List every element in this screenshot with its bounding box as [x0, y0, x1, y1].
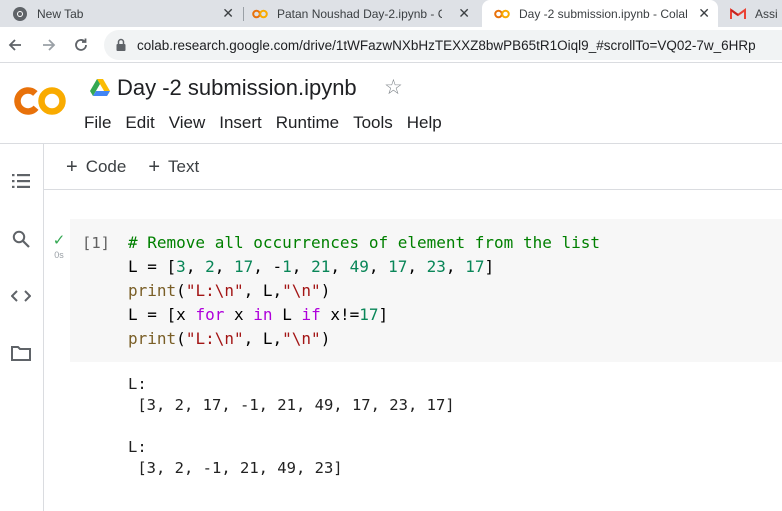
menu-file[interactable]: File: [84, 113, 111, 133]
chrome-icon: [12, 6, 28, 22]
execution-time: 0s: [54, 250, 64, 260]
menu-bar: File Edit View Insert Runtime Tools Help: [84, 113, 456, 133]
colab-favicon-icon: [252, 6, 268, 22]
reload-icon[interactable]: [70, 34, 92, 56]
colab-logo[interactable]: [14, 84, 66, 118]
code-line: L = [x for x in L if x!=17]: [128, 305, 389, 324]
colab-header: Day -2 submission.ipynb ☆ File Edit View…: [0, 64, 782, 144]
menu-tools[interactable]: Tools: [353, 113, 393, 133]
url-text: colab.research.google.com/drive/1tWFazwN…: [137, 37, 756, 53]
close-tab-icon[interactable]: ✕: [458, 6, 470, 20]
star-icon[interactable]: ☆: [384, 76, 403, 100]
add-text-label: Text: [168, 156, 200, 176]
forward-icon[interactable]: [38, 34, 60, 56]
add-code-cell-button[interactable]: + Code: [66, 157, 126, 177]
output-line: L:: [128, 375, 147, 393]
output-line: [3, 2, -1, 21, 49, 23]: [128, 459, 343, 477]
code-line: print("L:\n", L,"\n"): [128, 329, 331, 348]
output-line: [3, 2, 17, -1, 21, 49, 17, 23, 17]: [128, 396, 455, 414]
back-icon[interactable]: [4, 34, 26, 56]
menu-help[interactable]: Help: [407, 113, 442, 133]
code-snippets-icon[interactable]: [10, 285, 32, 307]
browser-tab-strip: New Tab ✕ Patan Noushad Day-2.ipynb - Co…: [0, 0, 782, 27]
cell-output: L: [3, 2, 17, -1, 21, 49, 17, 23, 17] L:…: [128, 374, 455, 479]
tab-title: New Tab: [37, 6, 84, 21]
tab-title: Day -2 submission.ipynb - Colab: [519, 6, 687, 21]
notebook-title[interactable]: Day -2 submission.ipynb: [117, 75, 357, 101]
tab-patan-noushad[interactable]: Patan Noushad Day-2.ipynb - Co ✕: [252, 0, 478, 27]
tab-day2-submission[interactable]: Day -2 submission.ipynb - Colab ✕: [482, 0, 718, 27]
table-of-contents-icon[interactable]: [10, 170, 32, 192]
tab-title: Assi: [755, 6, 778, 21]
code-editor[interactable]: # Remove all occurrences of element from…: [128, 231, 600, 351]
tab-new-tab[interactable]: New Tab ✕: [12, 0, 242, 27]
cell-run-status[interactable]: ✓ 0s: [49, 233, 69, 260]
gmail-icon: [730, 6, 746, 22]
tab-gmail[interactable]: Assi: [730, 0, 782, 27]
tab-separator: [243, 7, 244, 21]
notebook-toolbar: + Code + Text: [44, 144, 782, 190]
plus-icon: +: [148, 155, 161, 178]
menu-view[interactable]: View: [169, 113, 206, 133]
code-line: # Remove all occurrences of element from…: [128, 233, 601, 252]
search-icon[interactable]: [10, 228, 32, 250]
add-text-cell-button[interactable]: + Text: [148, 157, 199, 177]
code-line: print("L:\n", L,"\n"): [128, 281, 331, 300]
plus-icon: +: [66, 155, 78, 178]
menu-edit[interactable]: Edit: [125, 113, 154, 133]
address-bar[interactable]: colab.research.google.com/drive/1tWFazwN…: [104, 30, 782, 60]
side-rail: [0, 144, 44, 511]
google-drive-icon[interactable]: [90, 79, 110, 97]
code-line: L = [3, 2, 17, -1, 21, 49, 17, 23, 17]: [128, 257, 495, 276]
output-line: L:: [128, 438, 147, 456]
check-icon: ✓: [52, 232, 66, 249]
add-code-label: Code: [85, 156, 127, 176]
colab-favicon-icon: [494, 6, 510, 22]
menu-runtime[interactable]: Runtime: [276, 113, 339, 133]
tab-title: Patan Noushad Day-2.ipynb - Co: [277, 6, 442, 21]
close-tab-icon[interactable]: ✕: [222, 6, 234, 20]
lock-icon: [116, 38, 126, 51]
execution-count: [1]: [82, 234, 110, 252]
close-tab-icon[interactable]: ✕: [698, 6, 710, 20]
menu-insert[interactable]: Insert: [219, 113, 262, 133]
folder-icon[interactable]: [10, 342, 32, 364]
browser-toolbar: colab.research.google.com/drive/1tWFazwN…: [0, 27, 782, 63]
